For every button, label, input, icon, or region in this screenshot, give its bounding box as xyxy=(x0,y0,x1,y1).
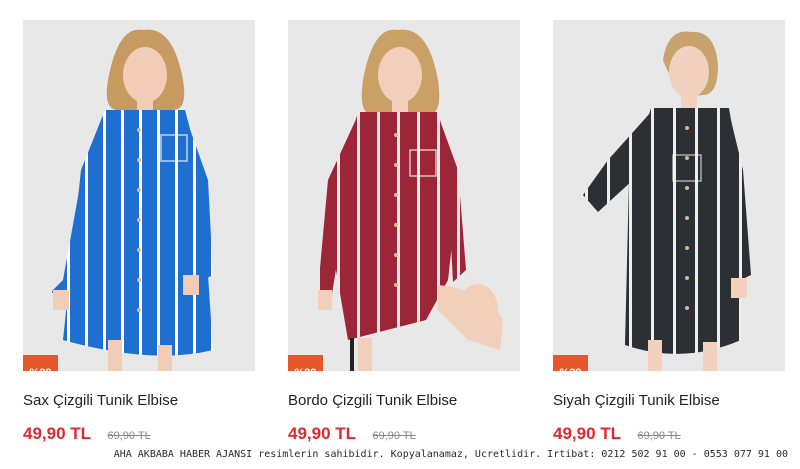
product-card: %29 Bordo Çizgili Tunik Elbise 49,90 TL … xyxy=(288,0,520,469)
discount-badge: %29 xyxy=(23,355,58,371)
dress-illustration xyxy=(583,31,751,371)
watermark-text: AHA AKBABA HABER AJANSI resimlerin sahib… xyxy=(0,447,800,463)
product-card: %29 Sax Çizgili Tunik Elbise 49,90 TL 69… xyxy=(23,0,255,469)
product-image[interactable]: %29 xyxy=(288,20,520,371)
product-name[interactable]: Sax Çizgili Tunik Elbise xyxy=(23,392,255,409)
product-card: %29 Siyah Çizgili Tunik Elbise 49,90 TL … xyxy=(553,0,785,469)
product-image[interactable]: %29 xyxy=(553,20,785,371)
price-row: 49,90 TL 69,90 TL xyxy=(23,424,255,444)
product-image[interactable]: %29 xyxy=(23,20,255,371)
discount-badge: %29 xyxy=(288,355,323,371)
product-name[interactable]: Bordo Çizgili Tunik Elbise xyxy=(288,392,520,409)
old-price: 69,90 TL xyxy=(637,430,681,442)
product-name[interactable]: Siyah Çizgili Tunik Elbise xyxy=(553,392,785,409)
product-grid: %29 Sax Çizgili Tunik Elbise 49,90 TL 69… xyxy=(0,0,800,469)
sale-price: 49,90 TL xyxy=(23,424,92,443)
old-price: 69,90 TL xyxy=(372,430,416,442)
dress-illustration xyxy=(318,29,503,371)
dress-illustration xyxy=(51,29,213,371)
sale-price: 49,90 TL xyxy=(288,424,357,443)
price-row: 49,90 TL 69,90 TL xyxy=(553,424,785,444)
discount-badge: %29 xyxy=(553,355,588,371)
sale-price: 49,90 TL xyxy=(553,424,622,443)
price-row: 49,90 TL 69,90 TL xyxy=(288,424,520,444)
old-price: 69,90 TL xyxy=(107,430,151,442)
